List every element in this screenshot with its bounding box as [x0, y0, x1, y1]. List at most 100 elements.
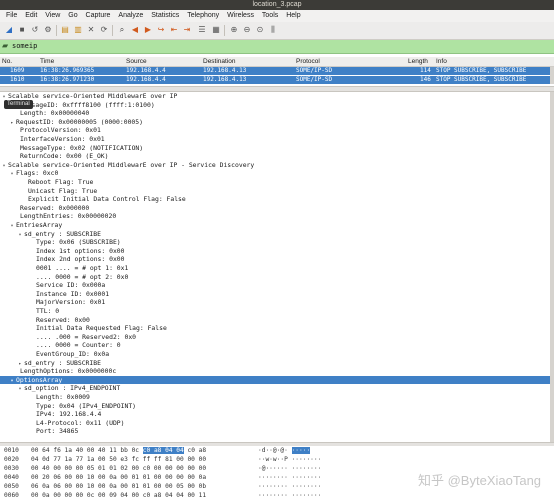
column-destination[interactable]: Destination	[203, 57, 236, 66]
detail-row[interactable]: ReturnCode: 0x00 (E_OK)	[0, 152, 554, 161]
column-info[interactable]: Info	[436, 57, 447, 66]
detail-row[interactable]: Reserved: 0x00	[0, 316, 554, 325]
close-file-icon[interactable]: ✕	[86, 25, 96, 35]
menu-go[interactable]: Go	[68, 12, 77, 19]
detail-row[interactable]: ▾ Scalable service-Oriented MiddlewarE ov…	[0, 161, 554, 170]
detail-row[interactable]: Service ID: 0x000a	[0, 281, 554, 290]
shark-fin-start-icon[interactable]: ◢	[4, 25, 14, 35]
detail-row[interactable]: Initial Data Requested Flag: False	[0, 324, 554, 333]
resize-columns-icon[interactable]: ⫼	[268, 25, 278, 35]
detail-row[interactable]: Port: 34865	[0, 427, 554, 436]
go-to-packet-icon[interactable]: ↪	[156, 25, 166, 35]
last-packet-icon[interactable]: ⇥	[182, 25, 192, 35]
zoom-in-icon[interactable]: ⊕	[229, 25, 239, 35]
detail-row[interactable]: InterfaceVersion: 0x01	[0, 135, 554, 144]
capture-options-icon[interactable]: ⚙	[43, 25, 53, 35]
detail-row[interactable]: Index 1st options: 0x00	[0, 247, 554, 256]
detail-row[interactable]: ▾ Flags: 0xc0	[0, 169, 554, 178]
menu-telephony[interactable]: Telephony	[187, 12, 219, 19]
detail-row[interactable]: ▸ sd_entry : SUBSCRIBE	[0, 359, 554, 368]
first-packet-icon[interactable]: ⇤	[169, 25, 179, 35]
detail-row[interactable]: Index 2nd options: 0x00	[0, 255, 554, 264]
menu-capture[interactable]: Capture	[86, 12, 111, 19]
hex-row[interactable]: 0020 04 0d 77 1a 77 1a 00 50 e3 fc ff ff …	[0, 455, 554, 464]
find-packet-icon[interactable]: ⌕	[117, 25, 127, 35]
reload-file-icon[interactable]: ⟳	[99, 25, 109, 35]
detail-label: Reboot Flag: True	[28, 178, 94, 186]
packet-list-scrollbar[interactable]	[550, 67, 554, 84]
detail-row[interactable]: MessageType: 0x02 (NOTIFICATION)	[0, 144, 554, 153]
menu-file[interactable]: File	[6, 12, 17, 19]
detail-row[interactable]: Type: 0x04 (IPv4_ENDPOINT)	[0, 402, 554, 411]
go-back-icon[interactable]: ◀	[130, 25, 140, 35]
detail-label: Flags: 0xc0	[16, 169, 59, 178]
detail-row[interactable]: .... 0000 = # opt 2: 0x0	[0, 273, 554, 282]
hex-row[interactable]: 0060 00 0a 00 00 00 0c 00 09 04 00 c0 a8 …	[0, 491, 554, 500]
open-file-icon[interactable]: ▤	[60, 25, 70, 35]
detail-row[interactable]: LengthEntries: 0x00000020	[0, 212, 554, 221]
go-forward-icon[interactable]: ▶	[143, 25, 153, 35]
save-file-icon[interactable]: ▥	[73, 25, 83, 35]
detail-row[interactable]: ▾ sd_option : IPv4_ENDPOINT	[0, 384, 554, 393]
detail-row[interactable]: ▾ Scalable service-Oriented MiddlewarE ov…	[0, 92, 554, 101]
detail-row[interactable]: IPv4: 192.168.4.4	[0, 410, 554, 419]
autoscroll-icon[interactable]: ☰	[197, 25, 207, 35]
column-time[interactable]: Time	[40, 57, 54, 66]
detail-row[interactable]: ▾ sd_entry : SUBSCRIBE	[0, 230, 554, 239]
column-length[interactable]: Length	[408, 57, 428, 66]
detail-row[interactable]: LengthOptions: 0x0000000c	[0, 367, 554, 376]
detail-row[interactable]: Length: 0x00000040	[0, 109, 554, 118]
detail-row[interactable]: ▸ RequestID: 0x00000005 (0000:0005)	[0, 118, 554, 127]
column-source[interactable]: Source	[126, 57, 147, 66]
menu-wireless[interactable]: Wireless	[227, 12, 254, 19]
zoom-out-icon[interactable]: ⊖	[242, 25, 252, 35]
details-scrollbar[interactable]	[550, 92, 554, 443]
menu-edit[interactable]: Edit	[25, 12, 37, 19]
detail-row[interactable]: Instance ID: 0x0001	[0, 290, 554, 299]
stop-capture-icon[interactable]: ■	[17, 25, 27, 35]
bookmark-icon[interactable]: ▰	[2, 41, 12, 51]
hex-ascii: ········	[291, 456, 322, 463]
detail-row[interactable]: Reserved: 0x000000	[0, 204, 554, 213]
display-filter-bar[interactable]: ▰ someip	[0, 40, 554, 54]
menu-tools[interactable]: Tools	[262, 12, 278, 19]
detail-label: Initial Data Requested Flag: False	[36, 324, 167, 333]
menu-view[interactable]: View	[45, 12, 60, 19]
title-bar: location_3.pcap	[0, 0, 554, 10]
hex-offset: 0030	[4, 465, 19, 472]
hex-row[interactable]: 0010 00 64 f6 1a 40 00 40 11 bb 0c c0 a8 …	[0, 446, 554, 455]
restart-capture-icon[interactable]: ↺	[30, 25, 40, 35]
detail-row[interactable]: EventGroup_ID: 0x0a	[0, 350, 554, 359]
detail-row[interactable]: ▾ OptionsArray	[0, 375, 554, 385]
colorize-icon[interactable]: ▦	[211, 25, 221, 35]
hex-bytes-group: 00 40 00 00 00 05 01 01 02 00 c0 00 00 0…	[31, 464, 206, 473]
detail-row[interactable]: L4-Protocol: 0x11 (UDP)	[0, 419, 554, 428]
packet-row[interactable]: 1609 16:38:26.969365 192.168.4.4 192.168…	[0, 67, 554, 75]
detail-label: Scalable service-Oriented MiddlewarE ove…	[8, 160, 255, 169]
detail-label: LengthOptions: 0x0000000c	[20, 367, 117, 376]
detail-row[interactable]: Explicit Initial Data Control Flag: Fals…	[0, 195, 554, 204]
detail-row[interactable]: .... 0000 = Counter: 0	[0, 341, 554, 350]
packet-source: 192.168.4.4	[126, 67, 166, 74]
packet-row[interactable]: 1610 16:38:26.971230 192.168.4.4 192.168…	[0, 76, 554, 84]
detail-row[interactable]: Length: 0x0009	[0, 393, 554, 402]
detail-label: Type: 0x04 (IPv4_ENDPOINT)	[36, 401, 137, 410]
detail-row[interactable]: Reboot Flag: True	[0, 178, 554, 187]
detail-row[interactable]: Type: 0x06 (SUBSCRIBE)	[0, 238, 554, 247]
normal-size-icon[interactable]: ⊙	[255, 25, 265, 35]
column-protocol[interactable]: Protocol	[296, 57, 320, 66]
display-filter-input[interactable]: someip	[12, 40, 37, 53]
detail-row[interactable]: .... .000 = Reserved2: 0x0	[0, 333, 554, 342]
detail-row[interactable]: TTL: 0	[0, 307, 554, 316]
menu-analyze[interactable]: Analyze	[118, 12, 143, 19]
detail-row[interactable]: ▾ EntriesArray	[0, 221, 554, 230]
menu-help[interactable]: Help	[286, 12, 300, 19]
detail-label: Port: 34865	[36, 427, 79, 436]
detail-row[interactable]: MessageID: 0xffff8100 (ffff:1:0100)	[0, 101, 554, 110]
column-no[interactable]: No.	[2, 57, 12, 66]
menu-statistics[interactable]: Statistics	[151, 12, 179, 19]
detail-row[interactable]: 0001 .... = # opt 1: 0x1	[0, 264, 554, 273]
detail-row[interactable]: MajorVersion: 0x01	[0, 298, 554, 307]
detail-row[interactable]: Unicast Flag: True	[0, 187, 554, 196]
detail-row[interactable]: ProtocolVersion: 0x01	[0, 126, 554, 135]
